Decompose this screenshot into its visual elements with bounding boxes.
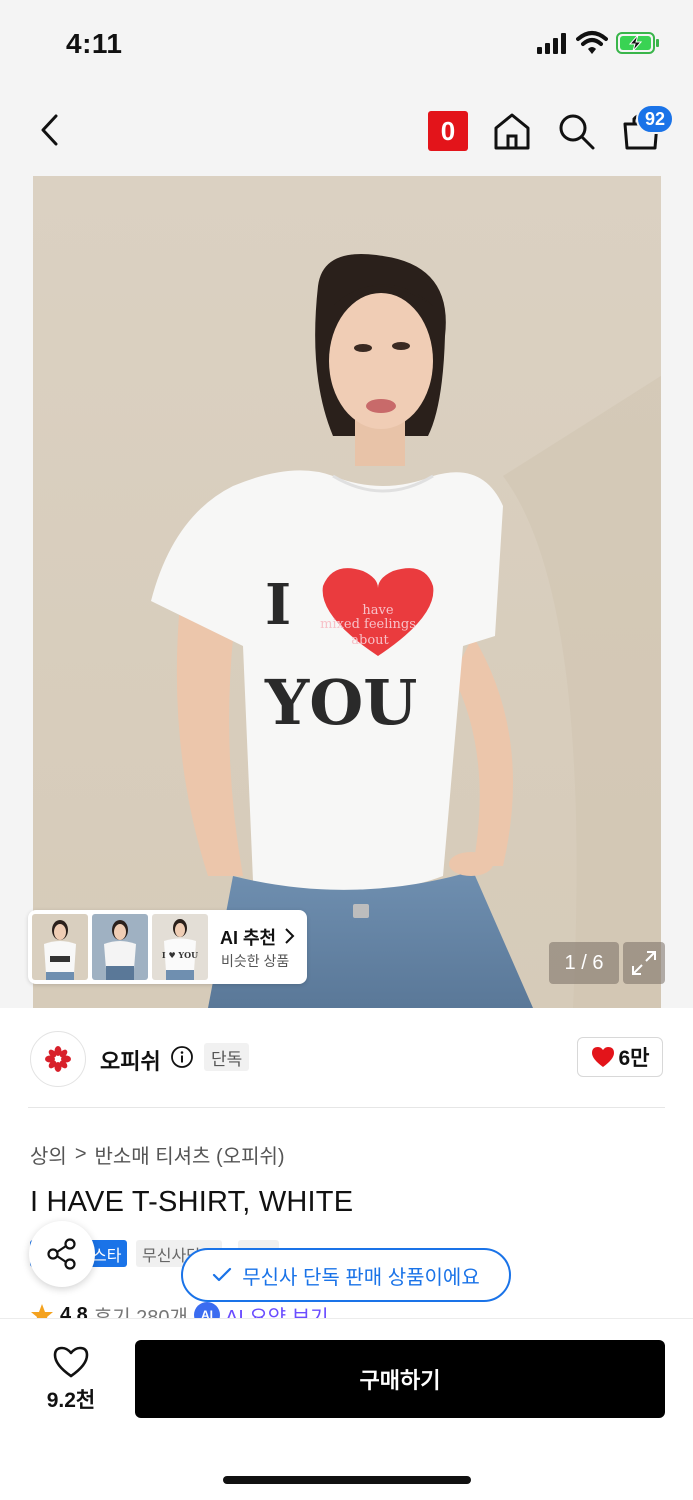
buy-button[interactable]: 구매하기 <box>135 1340 665 1418</box>
image-counter: 1 / 6 <box>549 942 619 984</box>
shirt-heart-text-1: have <box>362 603 393 618</box>
ai-recommend-subtitle[interactable]: 비슷한 상품 <box>221 951 289 971</box>
product-main-image[interactable]: I have mixed feelings about YOU <box>33 176 661 1008</box>
exclusive-badge: 단독 <box>204 1043 250 1071</box>
product-title: I HAVE T-SHIRT, WHITE <box>30 1186 354 1218</box>
back-arrow-icon[interactable] <box>36 112 66 148</box>
heart-outline-icon[interactable] <box>52 1345 90 1379</box>
search-icon[interactable] <box>556 110 596 152</box>
cart-count-badge: 92 <box>636 104 674 134</box>
status-time: 4:11 <box>66 28 123 59</box>
brand-name[interactable]: 오피쉬 <box>100 1044 161 1076</box>
share-button[interactable] <box>29 1221 95 1287</box>
info-icon[interactable] <box>170 1045 194 1069</box>
breadcrumb-category[interactable]: 상의 <box>30 1140 67 1169</box>
thumbnail-3[interactable]: I ♥ YOU <box>152 914 208 980</box>
shirt-print-you: YOU <box>264 666 417 739</box>
thumbnail-1[interactable] <box>32 914 88 980</box>
divider <box>28 1107 665 1108</box>
check-icon <box>213 1267 232 1282</box>
shirt-print-i: I <box>265 572 291 638</box>
svg-text:I ♥ YOU: I ♥ YOU <box>162 950 198 960</box>
home-icon[interactable] <box>492 110 532 152</box>
wishlist-count: 9.2천 <box>46 1389 96 1412</box>
expand-button[interactable] <box>623 942 665 984</box>
chevron-right-icon[interactable] <box>284 927 296 945</box>
cellular-signal-icon <box>537 33 566 54</box>
exclusive-toast: 무신사 단독 판매 상품이에요 <box>181 1248 511 1302</box>
ai-recommend-title[interactable]: AI 추천 <box>220 924 276 950</box>
shirt-heart-text-3: about <box>351 633 389 648</box>
breadcrumb: 상의 > 반소매 티셔츠 (오피쉬) <box>30 1140 285 1169</box>
breadcrumb-separator: > <box>74 1143 87 1165</box>
breadcrumb-subcategory[interactable]: 반소매 티셔츠 (오피쉬) <box>95 1140 285 1169</box>
brand-logo[interactable] <box>30 1031 86 1087</box>
expand-icon <box>632 951 656 975</box>
wifi-icon <box>576 31 608 54</box>
shirt-heart-text-2: mixed feelings <box>320 617 416 632</box>
model-photo: I have mixed feelings about YOU <box>33 176 661 1008</box>
brand-like-count: 6만 <box>618 1047 650 1070</box>
toast-text: 무신사 단독 판매 상품이에요 <box>242 1266 480 1289</box>
brand-flower-icon <box>45 1046 71 1072</box>
store-badge-button[interactable]: 0 <box>428 111 468 151</box>
share-icon <box>47 1238 76 1270</box>
home-indicator <box>223 1476 471 1484</box>
battery-charging-icon <box>616 32 659 54</box>
heart-filled-icon <box>591 1047 614 1067</box>
brand-like-button[interactable]: 6만 <box>577 1037 663 1077</box>
thumbnail-2[interactable] <box>92 914 148 980</box>
